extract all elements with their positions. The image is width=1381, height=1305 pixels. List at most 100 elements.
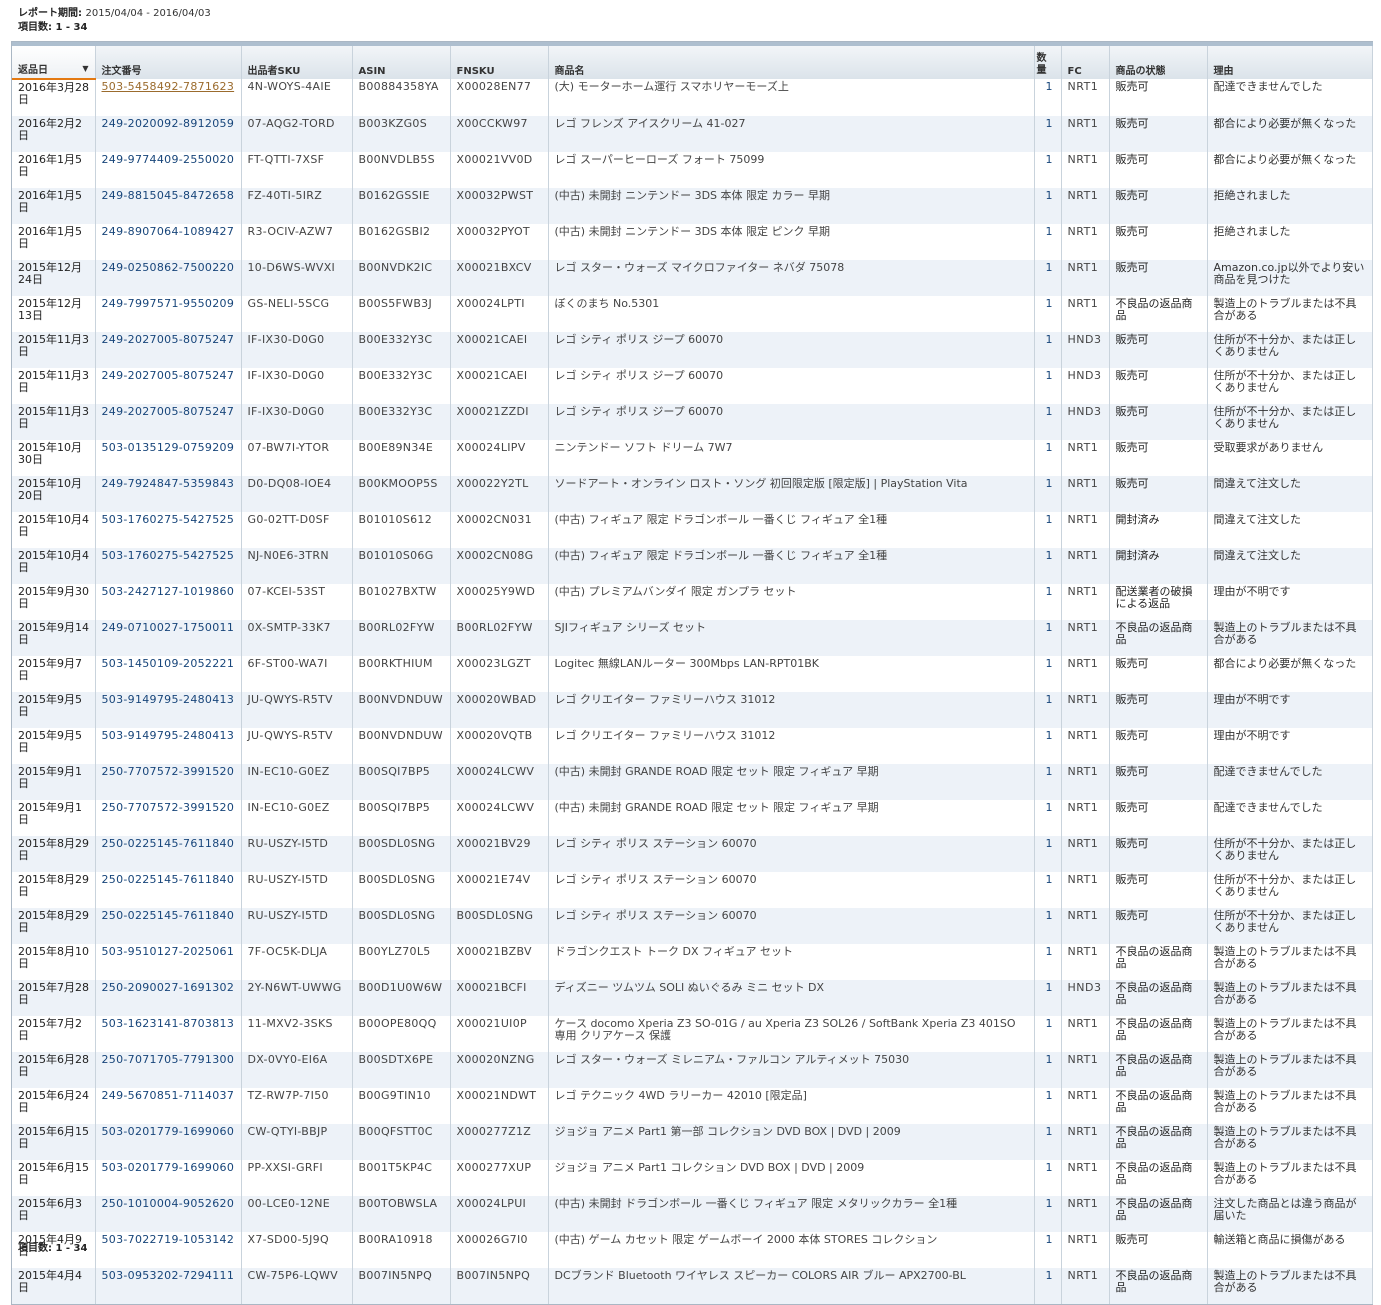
- cell-seller-sku: TZ-RW7P-7I50: [241, 1088, 353, 1124]
- cell-condition: 販売可: [1109, 404, 1208, 440]
- cell-condition: 販売可: [1109, 368, 1208, 404]
- order-id-link[interactable]: 249-2027005-8075247: [102, 369, 235, 382]
- cell-return-date: 2015年8月29日: [12, 908, 96, 944]
- cell-seller-sku: 2Y-N6WT-UWWG: [241, 980, 353, 1016]
- order-id-link[interactable]: 503-0201779-1699060: [102, 1125, 235, 1138]
- table-row: 2015年9月1日 250-7707572-3991520 IN-EC10-G0EZ…: [12, 764, 1373, 800]
- col-header-order-id[interactable]: 注文番号: [95, 42, 242, 79]
- cell-asin: B00RKTHIUM: [352, 656, 451, 692]
- col-header-fnsku[interactable]: FNSKU: [450, 42, 549, 79]
- cell-quantity: 1: [1034, 872, 1062, 908]
- table-row: 2015年6月28日 250-7071705-7791300 DX-0VY0-EI6…: [12, 1052, 1373, 1088]
- col-header-seller-sku[interactable]: 出品者SKU: [241, 42, 353, 79]
- table-row: 2015年6月3日 250-1010004-9052620 00-LCE0-12NE…: [12, 1196, 1373, 1232]
- order-id-link[interactable]: 249-5670851-7114037: [102, 1089, 235, 1102]
- order-id-link[interactable]: 249-7997571-9550209: [102, 297, 235, 310]
- order-id-link[interactable]: 250-0225145-7611840: [102, 873, 235, 886]
- order-id-link[interactable]: 250-0225145-7611840: [102, 837, 235, 850]
- order-id-link[interactable]: 503-1450109-2052221: [102, 657, 235, 670]
- order-id-link[interactable]: 249-2027005-8075247: [102, 333, 235, 346]
- order-id-link[interactable]: 503-1623141-8703813: [102, 1017, 235, 1030]
- cell-product-name: ニンテンドー ソフト ドリーム 7W7: [548, 440, 1035, 476]
- order-id-link[interactable]: 250-1010004-9052620: [102, 1197, 235, 1210]
- cell-quantity: 1: [1034, 548, 1062, 584]
- cell-fnsku: X00028EN77: [450, 79, 549, 116]
- cell-quantity: 1: [1034, 656, 1062, 692]
- cell-product-name: レゴ クリエイター ファミリーハウス 31012: [548, 692, 1035, 728]
- order-id-link[interactable]: 249-0250862-7500220: [102, 261, 235, 274]
- order-id-link[interactable]: 503-0201779-1699060: [102, 1161, 235, 1174]
- col-header-fc[interactable]: FC: [1061, 42, 1110, 79]
- col-header-quantity[interactable]: 数量: [1034, 42, 1062, 79]
- cell-quantity: 1: [1034, 944, 1062, 980]
- table-row: 2015年8月10日 503-9510127-2025061 7F-OC5K-DLJ…: [12, 944, 1373, 980]
- col-header-reason[interactable]: 理由: [1207, 42, 1373, 79]
- order-id-link[interactable]: 503-5458492-7871623: [102, 80, 235, 93]
- col-header-label: 返品日: [18, 65, 48, 76]
- order-id-link[interactable]: 503-2427127-1019860: [102, 585, 235, 598]
- cell-return-date: 2015年10月4日: [12, 512, 96, 548]
- order-id-link[interactable]: 249-0710027-1750011: [102, 621, 235, 634]
- cell-quantity: 1: [1034, 188, 1062, 224]
- sort-desc-icon: ▼: [82, 64, 89, 73]
- report-header: レポート期間: 2015/04/04 - 2016/04/03 項目数: 1 -…: [18, 7, 211, 35]
- cell-fnsku: X00021BV29: [450, 836, 549, 872]
- col-header-asin[interactable]: ASIN: [352, 42, 451, 79]
- cell-quantity: 1: [1034, 1232, 1062, 1268]
- cell-reason: Amazon.co.jp以外でより安い商品を見つけた: [1207, 260, 1373, 296]
- cell-return-date: 2015年6月24日: [12, 1088, 96, 1124]
- cell-condition: 販売可: [1109, 116, 1208, 152]
- col-header-product-name[interactable]: 商品名: [548, 42, 1035, 79]
- table-row: 2015年9月14日 249-0710027-1750011 0X-SMTP-33K…: [12, 620, 1373, 656]
- cell-seller-sku: IN-EC10-G0EZ: [241, 764, 353, 800]
- cell-order-id: 249-2020092-8912059: [95, 116, 242, 152]
- cell-product-name: レゴ シティ ポリス ジープ 60070: [548, 404, 1035, 440]
- cell-fc: NRT1: [1061, 1124, 1110, 1160]
- cell-fnsku: X00032PYOT: [450, 224, 549, 260]
- cell-fnsku: X0002CN08G: [450, 548, 549, 584]
- cell-return-date: 2015年12月24日: [12, 260, 96, 296]
- cell-order-id: 249-5670851-7114037: [95, 1088, 242, 1124]
- cell-condition: 不良品の返品商品: [1109, 944, 1208, 980]
- cell-reason: 理由が不明です: [1207, 728, 1373, 764]
- cell-quantity: 1: [1034, 800, 1062, 836]
- table-row: 2015年6月15日 503-0201779-1699060 CW-QTYI-BBJ…: [12, 1124, 1373, 1160]
- order-id-link[interactable]: 503-1760275-5427525: [102, 513, 235, 526]
- col-header-condition[interactable]: 商品の状態: [1109, 42, 1208, 79]
- order-id-link[interactable]: 250-0225145-7611840: [102, 909, 235, 922]
- cell-reason: 拒絶されました: [1207, 224, 1373, 260]
- order-id-link[interactable]: 249-2020092-8912059: [102, 117, 235, 130]
- order-id-link[interactable]: 249-7924847-5359843: [102, 477, 235, 490]
- order-id-link[interactable]: 250-7071705-7791300: [102, 1053, 235, 1066]
- cell-order-id: 249-2027005-8075247: [95, 368, 242, 404]
- cell-order-id: 250-7707572-3991520: [95, 800, 242, 836]
- cell-product-name: レゴ シティ ポリス ステーション 60070: [548, 836, 1035, 872]
- cell-product-name: (中古) フィギュア 限定 ドラゴンボール 一番くじ フィギュア 全1種: [548, 548, 1035, 584]
- order-id-link[interactable]: 250-2090027-1691302: [102, 981, 235, 994]
- cell-reason: 理由が不明です: [1207, 692, 1373, 728]
- order-id-link[interactable]: 249-8815045-8472658: [102, 189, 235, 202]
- order-id-link[interactable]: 503-9149795-2480413: [102, 729, 235, 742]
- order-id-link[interactable]: 503-0135129-0759209: [102, 441, 235, 454]
- order-id-link[interactable]: 503-0953202-7294111: [102, 1269, 235, 1282]
- cell-reason: 製造上のトラブルまたは不具合がある: [1207, 1016, 1373, 1052]
- order-id-link[interactable]: 503-7022719-1053142: [102, 1233, 235, 1246]
- order-id-link[interactable]: 503-1760275-5427525: [102, 549, 235, 562]
- cell-condition: 配送業者の破損による返品: [1109, 584, 1208, 620]
- order-id-link[interactable]: 503-9149795-2480413: [102, 693, 235, 706]
- order-id-link[interactable]: 249-2027005-8075247: [102, 405, 235, 418]
- cell-return-date: 2015年11月3日: [12, 404, 96, 440]
- cell-fnsku: X00021ZZDI: [450, 404, 549, 440]
- cell-condition: 販売可: [1109, 656, 1208, 692]
- cell-fc: HND3: [1061, 332, 1110, 368]
- order-id-link[interactable]: 249-8907064-1089427: [102, 225, 235, 238]
- order-id-link[interactable]: 503-9510127-2025061: [102, 945, 235, 958]
- col-header-return-date[interactable]: 返品日 ▼: [12, 42, 96, 80]
- order-id-link[interactable]: 249-9774409-2550020: [102, 153, 235, 166]
- cell-return-date: 2015年6月28日: [12, 1052, 96, 1088]
- cell-seller-sku: 07-KCEI-53ST: [241, 584, 353, 620]
- cell-order-id: 249-8907064-1089427: [95, 224, 242, 260]
- cell-reason: 住所が不十分か、または正しくありません: [1207, 404, 1373, 440]
- order-id-link[interactable]: 250-7707572-3991520: [102, 765, 235, 778]
- order-id-link[interactable]: 250-7707572-3991520: [102, 801, 235, 814]
